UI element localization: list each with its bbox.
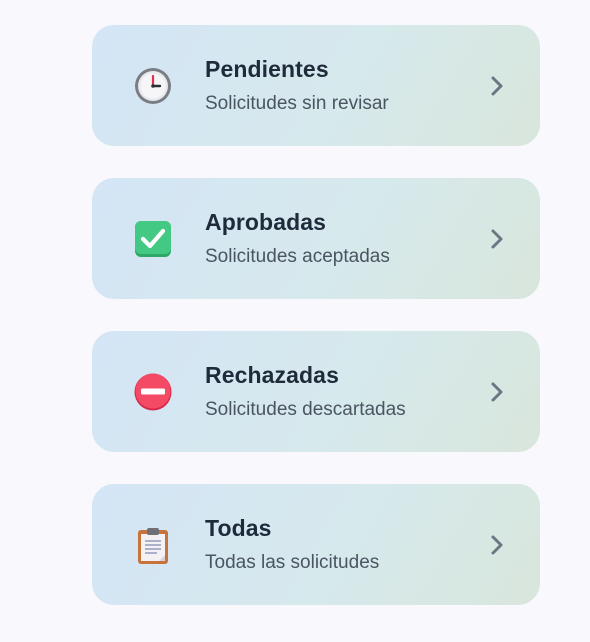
card-subtitle: Solicitudes sin revisar <box>205 93 389 114</box>
chevron-right-icon <box>488 379 506 405</box>
chevron-right-icon <box>488 532 506 558</box>
card-subtitle: Solicitudes descartadas <box>205 399 406 420</box>
card-title: Pendientes <box>205 56 329 82</box>
clock-icon <box>132 65 174 107</box>
category-card-rechazadas[interactable]: Rechazadas Solicitudes descartadas <box>92 331 540 452</box>
category-card-aprobadas[interactable]: Aprobadas Solicitudes aceptadas <box>92 178 540 299</box>
no-entry-icon <box>132 371 174 413</box>
chevron-right-icon <box>488 226 506 252</box>
card-title: Aprobadas <box>205 209 327 235</box>
clipboard-icon <box>132 524 174 566</box>
category-card-todas[interactable]: Todas Todas las solicitudes <box>92 484 540 605</box>
category-card-pendientes[interactable]: Pendientes Solicitudes sin revisar <box>92 25 540 146</box>
card-title: Rechazadas <box>205 362 339 388</box>
check-mark-button-icon <box>132 218 174 260</box>
request-category-list: Pendientes Solicitudes sin revisar Aprob… <box>0 0 590 642</box>
card-subtitle: Todas las solicitudes <box>205 552 380 573</box>
chevron-right-icon <box>488 73 506 99</box>
card-title: Todas <box>205 515 272 541</box>
card-subtitle: Solicitudes aceptadas <box>205 246 390 267</box>
